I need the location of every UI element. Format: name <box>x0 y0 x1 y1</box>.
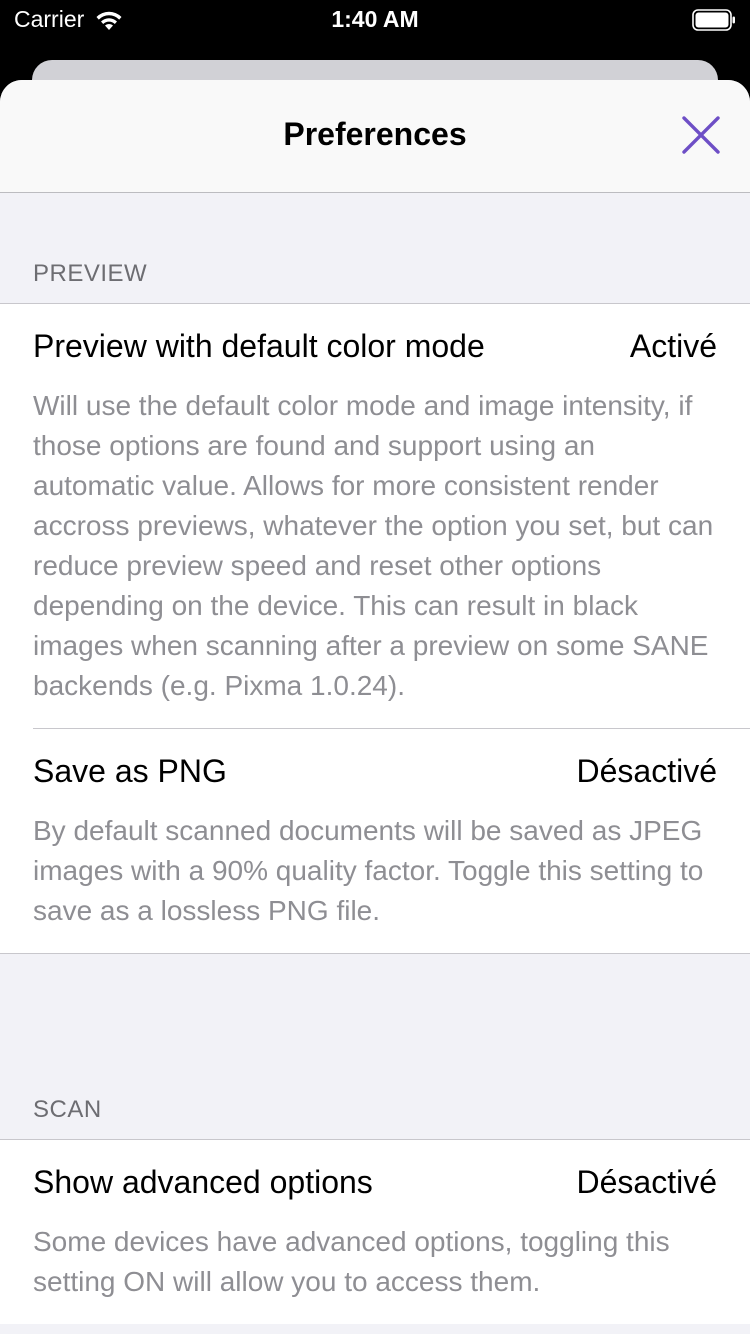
setting-preview-default-color-mode[interactable]: Preview with default color mode Activé W… <box>0 304 750 728</box>
setting-description: Some devices have advanced options, togg… <box>33 1226 670 1297</box>
setting-description: By default scanned documents will be sav… <box>33 815 704 926</box>
setting-row[interactable]: Save as PNG Désactivé <box>33 729 717 813</box>
setting-title: Preview with default color mode <box>33 327 485 364</box>
close-icon[interactable] <box>678 112 724 158</box>
navigation-bar: Preferences <box>0 80 750 193</box>
preview-settings-group: Preview with default color mode Activé W… <box>0 303 750 954</box>
setting-description: Will use the default color mode and imag… <box>33 390 714 701</box>
setting-value[interactable]: Désactivé <box>577 1164 718 1201</box>
setting-value[interactable]: Activé <box>630 328 717 365</box>
setting-row[interactable]: Show advanced options Désactivé <box>33 1140 717 1224</box>
setting-save-as-png[interactable]: Save as PNG Désactivé By default scanned… <box>0 729 750 953</box>
section-header-preview: PREVIEW <box>33 260 148 287</box>
status-time: 1:40 AM <box>331 6 419 32</box>
page-title: Preferences <box>283 116 467 152</box>
scan-settings-group: Show advanced options Désactivé Some dev… <box>0 1139 750 1324</box>
setting-row[interactable]: Preview with default color mode Activé <box>33 304 717 388</box>
setting-value[interactable]: Désactivé <box>577 753 718 790</box>
section-header-scan: SCAN <box>33 1096 102 1123</box>
status-bar: Carrier 1:40 AM <box>0 0 750 42</box>
setting-title: Save as PNG <box>33 752 227 789</box>
preferences-sheet: Preferences PREVIEW Preview with default… <box>0 80 750 1334</box>
setting-title: Show advanced options <box>33 1163 373 1200</box>
setting-show-advanced-options[interactable]: Show advanced options Désactivé Some dev… <box>0 1140 750 1324</box>
battery-icon <box>692 9 735 31</box>
